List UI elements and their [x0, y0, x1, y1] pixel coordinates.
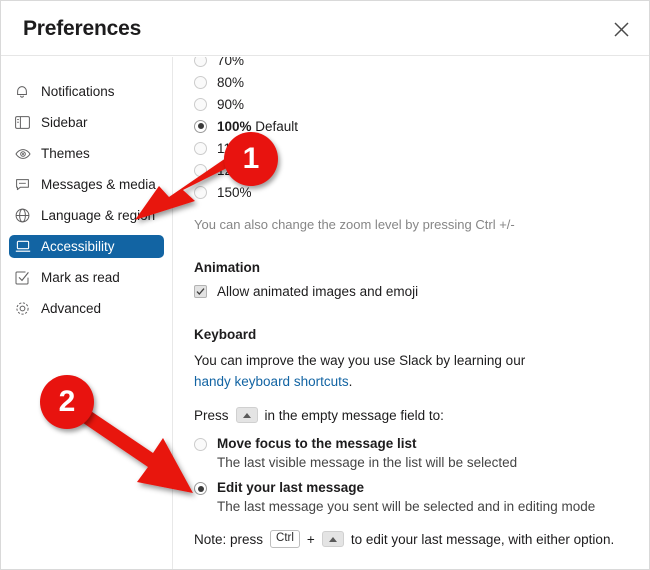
zoom-option-row[interactable]: 80%	[194, 71, 639, 93]
keyboard-intro-line2: handy keyboard shortcuts.	[194, 372, 639, 391]
sidebar-item-label: Mark as read	[41, 270, 120, 285]
sidebar-item-sidebar[interactable]: Sidebar	[9, 111, 164, 134]
note-prefix-label: Note: press	[194, 531, 264, 547]
keyboard-option-title: Move focus to the message list	[217, 436, 417, 451]
keyboard-shortcuts-link[interactable]: handy keyboard shortcuts	[194, 374, 349, 389]
sidebar-item-label: Messages & media	[41, 177, 156, 192]
radio-icon[interactable]	[194, 57, 207, 67]
keyboard-option-desc: The last message you sent will be select…	[217, 499, 596, 514]
up-arrow-key-icon[interactable]	[235, 407, 258, 423]
zoom-option-label: 80%	[217, 74, 245, 90]
sidebar-item-label: Sidebar	[41, 115, 88, 130]
zoom-option-label: 150%	[217, 184, 252, 200]
page-title: Preferences	[23, 17, 142, 40]
sidebar-item-label: Notifications	[41, 84, 115, 99]
annotation-marker-2: 2	[40, 375, 94, 429]
zoom-option-label: 90%	[217, 96, 245, 112]
radio-icon[interactable]	[194, 482, 207, 495]
keyboard-option-title: Edit your last message	[217, 480, 365, 495]
eye-icon	[15, 146, 35, 162]
zoom-option-row[interactable]: 70%	[194, 57, 639, 71]
keyboard-option-move-focus[interactable]: Move focus to the message list The last …	[194, 435, 639, 472]
radio-icon[interactable]	[194, 97, 207, 111]
keyboard-option-group: Move focus to the message list The last …	[194, 435, 639, 516]
laptop-icon	[15, 239, 35, 255]
press-prefix-label: Press	[194, 407, 229, 423]
radio-icon[interactable]	[194, 163, 207, 177]
radio-icon[interactable]	[194, 119, 207, 133]
zoom-option-label: 70%	[217, 57, 245, 68]
keyboard-option-desc: The last visible message in the list wil…	[217, 455, 518, 470]
chat-bubble-icon	[15, 177, 35, 193]
sidebar-item-label: Themes	[41, 146, 90, 161]
sidebar-item-language-region[interactable]: Language & region	[9, 204, 164, 227]
bell-icon	[15, 84, 35, 100]
allow-animated-images-row[interactable]: Allow animated images and emoji	[194, 284, 639, 299]
press-suffix-label: in the empty message field to:	[264, 407, 444, 423]
preferences-sidebar: Notifications Sidebar Themes Messages & …	[1, 57, 173, 569]
sidebar-item-accessibility[interactable]: Accessibility	[9, 235, 164, 258]
keyboard-note: Note: press Ctrl + to edit your last mes…	[194, 530, 639, 548]
sidebar-item-messages-media[interactable]: Messages & media	[9, 173, 164, 196]
radio-icon[interactable]	[194, 185, 207, 199]
checkbox-icon[interactable]	[194, 285, 207, 298]
gear-icon	[15, 301, 35, 317]
dialog-header: Preferences	[1, 1, 649, 56]
sidebar-item-mark-as-read[interactable]: Mark as read	[9, 266, 164, 289]
keyboard-option-edit-last[interactable]: Edit your last message The last message …	[194, 479, 639, 516]
sidebar-item-notifications[interactable]: Notifications	[9, 80, 164, 103]
ctrl-key-icon[interactable]: Ctrl	[270, 530, 300, 548]
zoom-option-row[interactable]: 90%	[194, 93, 639, 115]
radio-icon[interactable]	[194, 141, 207, 155]
zoom-option-row[interactable]: 150%	[194, 181, 639, 203]
preferences-dialog: Preferences Notifications Sidebar Themes…	[0, 0, 650, 570]
sidebar-item-label: Language & region	[41, 208, 156, 223]
sidebar-panel-icon	[15, 115, 35, 131]
annotation-marker-1: 1	[224, 132, 278, 186]
keyboard-heading: Keyboard	[194, 327, 257, 342]
up-arrow-key-icon[interactable]	[321, 531, 344, 547]
note-suffix-label: to edit your last message, with either o…	[350, 531, 615, 547]
check-square-icon	[15, 270, 35, 286]
globe-icon	[15, 208, 35, 224]
press-key-instruction: Press in the empty message field to:	[194, 407, 639, 423]
radio-icon[interactable]	[194, 75, 207, 89]
link-trailing-period: .	[348, 374, 353, 389]
zoom-hint-text: You can also change the zoom level by pr…	[194, 217, 515, 232]
radio-icon[interactable]	[194, 438, 207, 451]
sidebar-item-advanced[interactable]: Advanced	[9, 297, 164, 320]
zoom-option-label: 100% Default	[217, 118, 299, 134]
sidebar-item-themes[interactable]: Themes	[9, 142, 164, 165]
allow-animated-images-label: Allow animated images and emoji	[217, 284, 419, 299]
close-icon[interactable]	[607, 15, 635, 43]
keyboard-intro-line1: You can improve the way you use Slack by…	[194, 353, 526, 368]
note-plus-label: +	[306, 531, 315, 547]
animation-heading: Animation	[194, 260, 260, 275]
sidebar-item-label: Accessibility	[41, 239, 115, 254]
sidebar-item-label: Advanced	[41, 301, 102, 316]
